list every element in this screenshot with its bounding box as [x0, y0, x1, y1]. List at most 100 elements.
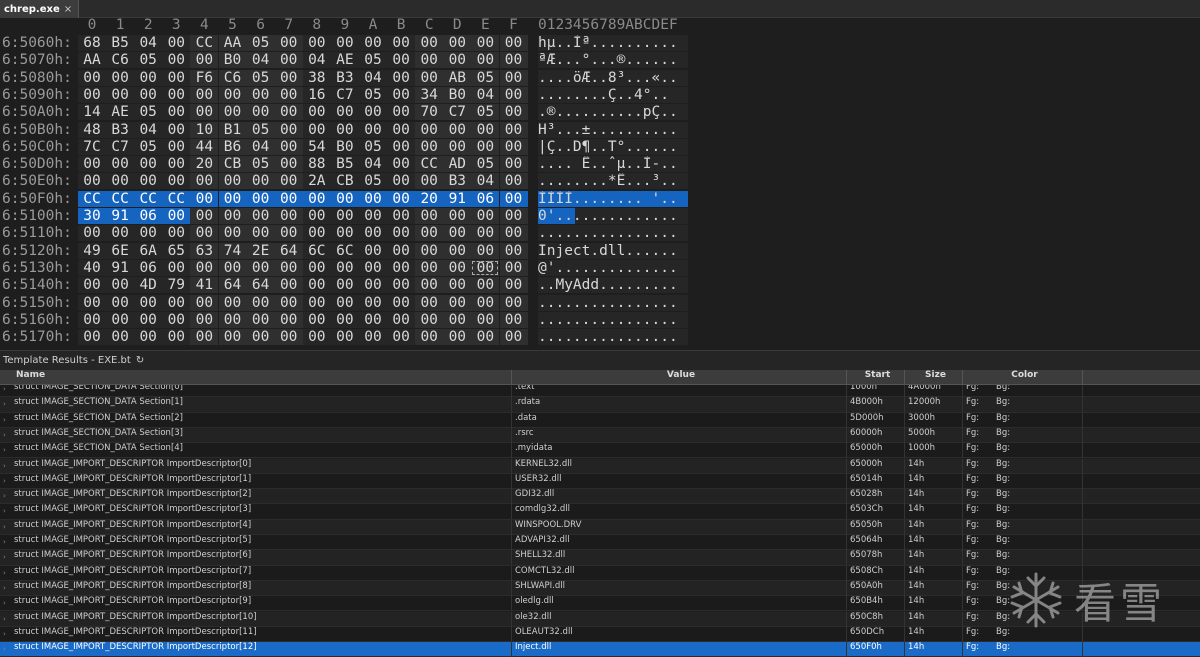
table-row[interactable]: › struct IMAGE_SECTION_DATA Section[2] .da… — [0, 412, 1200, 428]
hex-byte[interactable]: 00 — [359, 190, 387, 207]
hex-byte[interactable]: AA — [78, 52, 106, 69]
hex-byte[interactable]: 00 — [443, 35, 472, 51]
hex-byte[interactable]: 00 — [499, 277, 528, 294]
hex-byte[interactable]: 05 — [471, 104, 500, 121]
hex-byte[interactable]: 00 — [162, 173, 191, 190]
hex-byte[interactable]: 00 — [499, 86, 528, 103]
hex-byte[interactable]: 00 — [162, 208, 191, 224]
hex-byte[interactable]: 7C — [78, 138, 106, 155]
hex-byte[interactable]: 2A — [302, 173, 331, 190]
hex-byte[interactable]: 00 — [443, 52, 472, 69]
hex-byte[interactable]: 00 — [190, 329, 219, 346]
hex-byte[interactable]: 00 — [162, 86, 191, 103]
hex-byte[interactable]: 00 — [330, 294, 359, 311]
hex-byte[interactable]: B0 — [218, 52, 247, 69]
hex-byte[interactable]: 00 — [78, 225, 106, 242]
hex-byte[interactable]: B5 — [330, 156, 359, 173]
hex-byte[interactable]: 00 — [162, 35, 191, 51]
hex-row-ascii[interactable]: ................ — [538, 329, 688, 346]
hex-byte[interactable]: 00 — [274, 259, 303, 276]
hex-byte[interactable]: C6 — [218, 69, 247, 86]
hex-byte[interactable]: 00 — [274, 156, 303, 173]
hex-byte[interactable]: 00 — [218, 104, 247, 121]
hex-byte[interactable]: 00 — [359, 277, 387, 294]
hex-byte[interactable]: 00 — [330, 104, 359, 121]
hex-byte[interactable]: 00 — [499, 225, 528, 242]
hex-byte[interactable]: 00 — [499, 104, 528, 121]
column-header-size[interactable]: Size — [905, 370, 963, 385]
hex-byte[interactable]: 00 — [387, 86, 416, 103]
hex-byte[interactable]: B6 — [218, 138, 247, 155]
hex-byte[interactable]: CC — [106, 190, 135, 207]
hex-byte[interactable]: AB — [443, 69, 472, 86]
table-row[interactable]: › struct IMAGE_IMPORT_DESCRIPTOR ImportDe… — [0, 458, 1200, 474]
hex-byte[interactable]: 00 — [78, 329, 106, 346]
hex-byte[interactable]: 00 — [499, 35, 528, 51]
hex-byte[interactable]: 00 — [330, 121, 359, 138]
hex-byte[interactable]: 00 — [387, 311, 416, 328]
table-row[interactable]: › struct IMAGE_IMPORT_DESCRIPTOR ImportDe… — [0, 473, 1200, 490]
hex-byte[interactable]: 65 — [162, 242, 191, 259]
hex-row-ascii[interactable]: |Ç..D¶..T°...... — [538, 138, 688, 155]
hex-byte[interactable]: 00 — [302, 259, 331, 276]
hex-byte[interactable]: 04 — [134, 35, 163, 51]
tab-chrep-exe[interactable]: chrep.exe × — [0, 0, 80, 18]
hex-byte[interactable]: 00 — [162, 104, 191, 121]
hex-byte[interactable]: 00 — [471, 277, 500, 294]
hex-byte[interactable]: 00 — [330, 35, 359, 51]
hex-byte[interactable]: 00 — [106, 225, 135, 242]
hex-row-ascii[interactable]: ..MyAdd......... — [538, 277, 688, 294]
hex-byte[interactable]: 05 — [359, 86, 387, 103]
hex-byte[interactable]: 00 — [415, 69, 444, 86]
hex-byte[interactable]: 00 — [190, 294, 219, 311]
hex-byte[interactable]: 00 — [359, 259, 387, 276]
hex-byte[interactable]: 00 — [471, 242, 500, 259]
hex-row-ascii[interactable]: ................ — [538, 225, 688, 242]
hex-byte[interactable]: 00 — [359, 294, 387, 311]
hex-byte[interactable]: 00 — [78, 86, 106, 103]
hex-byte[interactable]: 00 — [387, 259, 416, 276]
hex-byte[interactable]: 00 — [190, 259, 219, 276]
hex-byte[interactable]: 00 — [134, 225, 163, 242]
hex-byte[interactable]: 00 — [302, 294, 331, 311]
hex-byte[interactable]: 00 — [190, 225, 219, 242]
hex-byte[interactable]: 00 — [218, 225, 247, 242]
hex-byte[interactable]: 00 — [471, 138, 500, 155]
hex-byte[interactable]: 00 — [246, 190, 275, 207]
hex-byte[interactable]: 54 — [302, 138, 331, 155]
table-row[interactable]: › struct IMAGE_IMPORT_DESCRIPTOR ImportDe… — [0, 504, 1200, 520]
hex-byte[interactable]: 00 — [190, 208, 219, 224]
hex-byte[interactable]: 79 — [162, 277, 191, 294]
hex-byte[interactable]: 34 — [415, 86, 444, 103]
hex-byte[interactable]: 00 — [302, 329, 331, 346]
hex-byte[interactable]: 04 — [471, 86, 500, 103]
hex-row-ascii[interactable]: Inject.dll...... — [538, 242, 688, 259]
hex-byte[interactable]: 63 — [190, 242, 219, 259]
hex-byte[interactable]: 00 — [415, 173, 444, 190]
hex-byte[interactable]: 00 — [387, 104, 416, 121]
hex-byte[interactable]: 06 — [471, 190, 500, 207]
hex-byte[interactable]: 00 — [78, 69, 106, 86]
hex-byte[interactable]: 00 — [443, 242, 472, 259]
hex-byte[interactable]: 00 — [274, 208, 303, 224]
hex-byte[interactable]: 00 — [499, 329, 528, 346]
hex-byte[interactable]: 05 — [359, 138, 387, 155]
hex-byte[interactable]: 20 — [190, 156, 219, 173]
hex-byte[interactable]: 4D — [134, 277, 163, 294]
hex-byte[interactable]: CC — [162, 190, 191, 207]
hex-byte[interactable]: 00 — [218, 294, 247, 311]
hex-byte[interactable]: 00 — [415, 225, 444, 242]
hex-byte[interactable]: 00 — [274, 35, 303, 51]
hex-byte[interactable]: 00 — [218, 190, 247, 207]
table-row[interactable]: › struct IMAGE_SECTION_DATA Section[1] .rd… — [0, 397, 1200, 413]
hex-byte[interactable]: 00 — [106, 173, 135, 190]
hex-byte[interactable]: 00 — [78, 311, 106, 328]
hex-byte[interactable]: 00 — [274, 190, 303, 207]
hex-byte[interactable]: 00 — [443, 225, 472, 242]
hex-byte[interactable]: 00 — [387, 225, 416, 242]
hex-byte[interactable]: 00 — [274, 52, 303, 69]
hex-byte[interactable]: 00 — [359, 35, 387, 51]
hex-byte[interactable]: 00 — [134, 311, 163, 328]
hex-row-ascii[interactable]: 0'.............. — [538, 208, 688, 224]
hex-byte[interactable]: 00 — [415, 311, 444, 328]
